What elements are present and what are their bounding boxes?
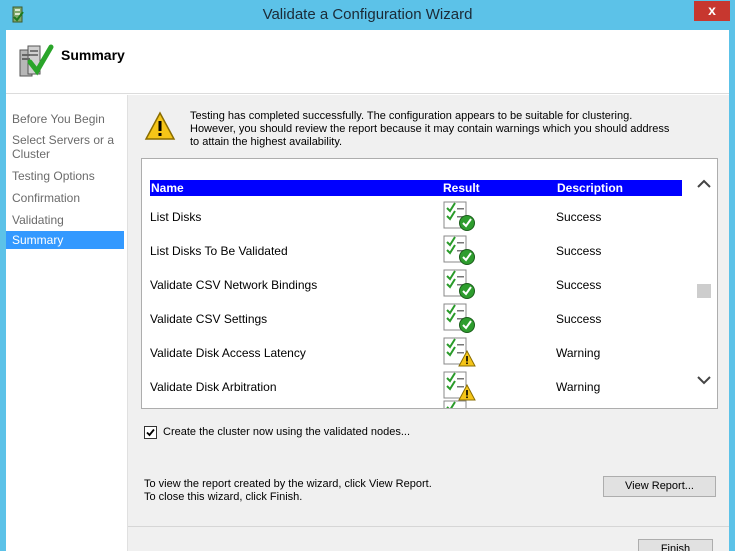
- divider: [128, 526, 729, 527]
- column-description: Description: [557, 181, 624, 195]
- row-description: Success: [556, 278, 602, 292]
- report-row: Validate Disk Access Latency Warning: [150, 334, 682, 368]
- success-check-icon: [443, 400, 467, 408]
- result-text: Testing has completed successfully. The …: [190, 110, 690, 149]
- success-check-icon: [443, 235, 475, 265]
- row-name: Validate Disk Access Latency: [150, 346, 306, 360]
- help-line: To view the report created by the wizard…: [144, 478, 432, 490]
- row-name: Validate CSV Network Bindings: [150, 278, 318, 292]
- warning-check-icon: [443, 371, 476, 401]
- wizard-header: Summary: [6, 30, 729, 94]
- create-cluster-label[interactable]: Create the cluster now using the validat…: [163, 426, 410, 438]
- result-text-line: Testing has completed successfully. The …: [190, 110, 633, 122]
- step-testing-options[interactable]: Testing Options: [6, 169, 124, 183]
- step-before-you-begin[interactable]: Before You Begin: [6, 112, 124, 126]
- row-description: Success: [556, 312, 602, 326]
- help-text: To view the report created by the wizard…: [144, 478, 504, 504]
- warning-icon: [144, 111, 176, 140]
- report-row: Validate Disk Arbitration Warning: [150, 368, 682, 402]
- close-button[interactable]: x: [694, 1, 730, 21]
- row-description: Success: [556, 210, 602, 224]
- scrollbar-thumb[interactable]: [697, 284, 711, 298]
- page-title: Summary: [61, 47, 125, 63]
- result-message: Testing has completed successfully. The …: [138, 99, 716, 149]
- step-confirmation[interactable]: Confirmation: [6, 191, 124, 205]
- create-cluster-checkbox[interactable]: [144, 426, 157, 439]
- row-description: Success: [556, 244, 602, 258]
- report-scrollbar[interactable]: [691, 160, 717, 408]
- row-name: List Disks To Be Validated: [150, 244, 288, 258]
- row-description: Warning: [556, 380, 601, 394]
- result-text-line: However, you should review the report be…: [190, 123, 670, 135]
- report-row: Validate CSV Network Bindings Success: [150, 266, 682, 300]
- window-title: Validate a Configuration Wizard: [262, 6, 473, 23]
- view-report-button[interactable]: View Report...: [603, 476, 716, 497]
- checkmark-icon: [146, 428, 155, 437]
- help-line: To close this wizard, click Finish.: [144, 491, 303, 503]
- success-check-icon: [443, 269, 475, 299]
- wizard-steps: Before You Begin Select Servers or a Clu…: [6, 95, 128, 551]
- chevron-up-icon[interactable]: [696, 177, 712, 191]
- cluster-validation-icon: [19, 44, 54, 77]
- row-description: Warning: [556, 346, 601, 360]
- report-row: Validate CSV Settings Success: [150, 300, 682, 334]
- title-bar: Validate a Configuration Wizard x: [0, 0, 735, 30]
- chevron-down-icon[interactable]: [696, 373, 712, 387]
- step-validating[interactable]: Validating: [6, 213, 124, 227]
- step-select-servers[interactable]: Select Servers or a Cluster: [6, 133, 116, 161]
- wizard-window: Summary Before You Begin Select Servers …: [6, 30, 729, 551]
- step-summary[interactable]: Summary: [6, 231, 124, 249]
- warning-check-icon: [443, 337, 476, 367]
- validation-report[interactable]: Name Result Description List Disks Succe…: [141, 158, 718, 409]
- content-area: Testing has completed successfully. The …: [128, 95, 729, 551]
- success-check-icon: [443, 201, 475, 231]
- column-result: Result: [443, 181, 480, 195]
- row-name: Validate CSV Settings: [150, 312, 268, 326]
- report-row: List Disks To Be Validated Success: [150, 232, 682, 266]
- success-check-icon: [443, 303, 475, 333]
- report-header: Name Result Description: [150, 180, 682, 196]
- report-row: List Disks Success: [150, 198, 682, 232]
- finish-button[interactable]: Finish: [638, 539, 713, 551]
- result-text-line: to attain the highest availability.: [190, 136, 343, 148]
- row-name: Validate Disk Arbitration: [150, 380, 277, 394]
- row-name: List Disks: [150, 210, 202, 224]
- column-name: Name: [151, 181, 184, 195]
